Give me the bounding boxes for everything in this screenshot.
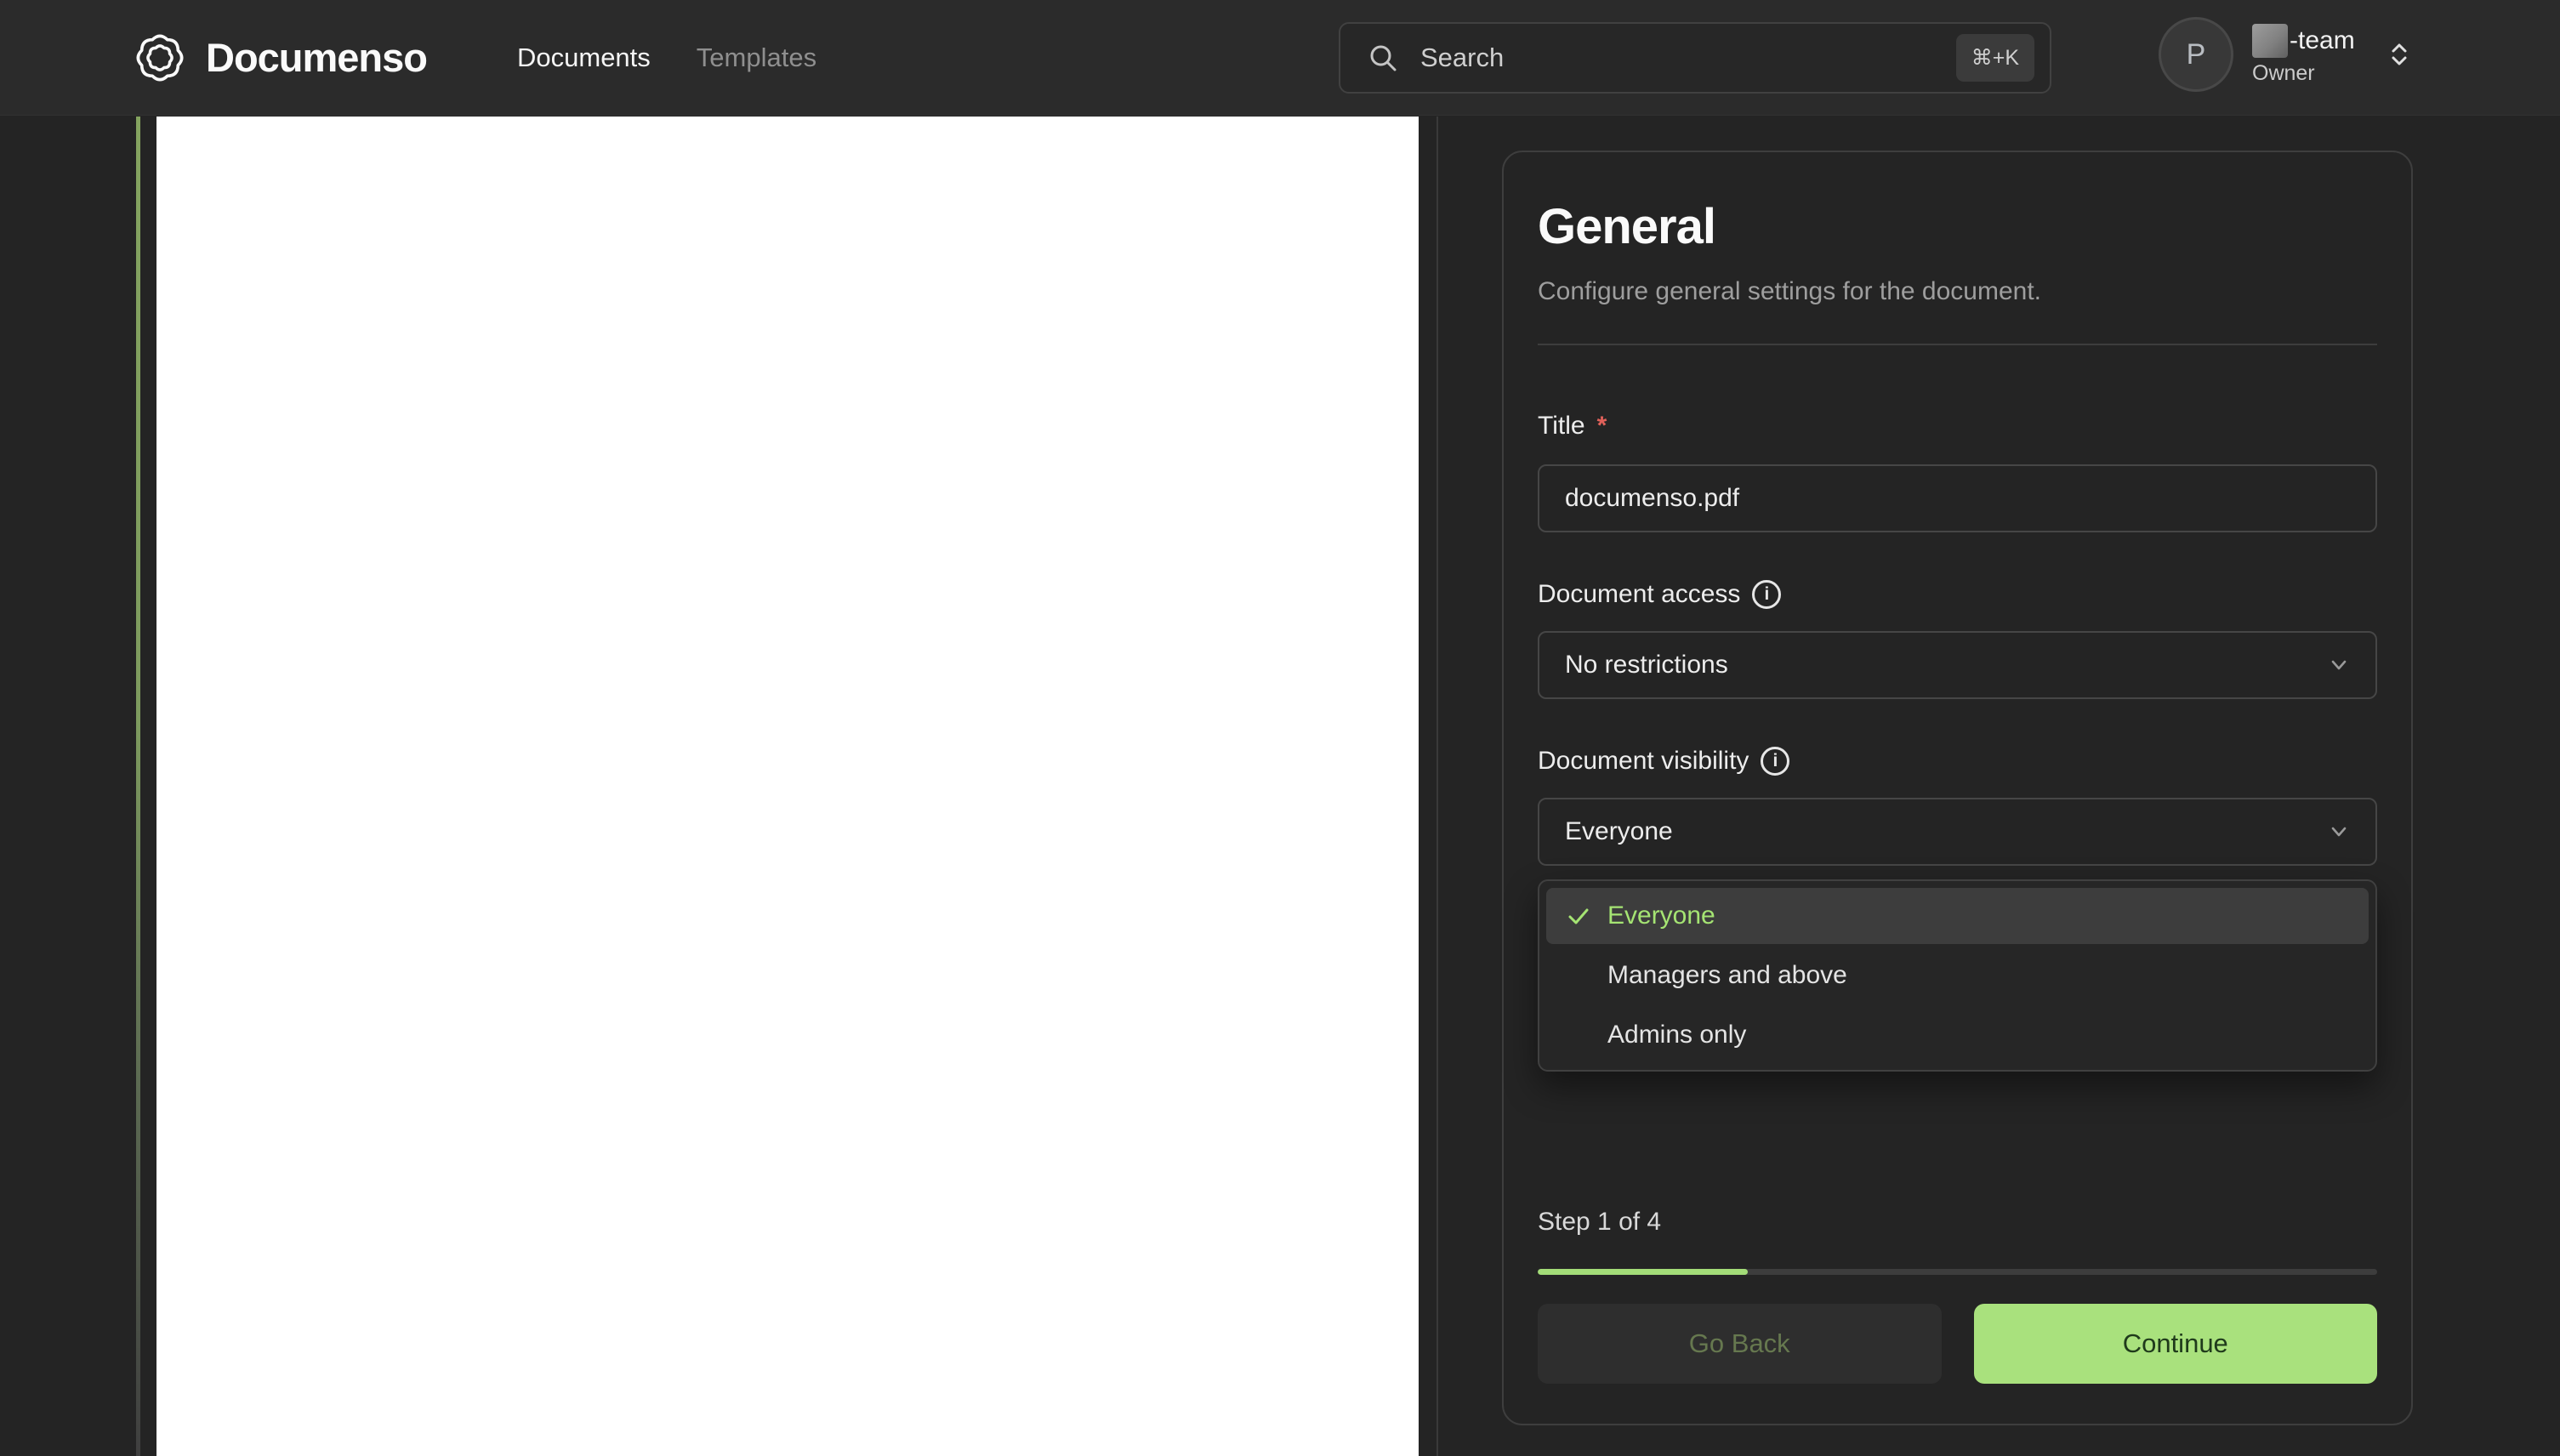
dropdown-option-label: Everyone bbox=[1607, 901, 1715, 930]
dropdown-option-admins[interactable]: Admins only bbox=[1546, 1007, 2369, 1063]
document-access-select[interactable]: No restrictions bbox=[1538, 631, 2377, 699]
nav-item-templates[interactable]: Templates bbox=[697, 43, 816, 73]
chevrons-up-down-icon bbox=[2392, 43, 2407, 65]
main-nav: Documents Templates bbox=[517, 43, 816, 73]
visibility-dropdown-menu: Everyone Managers and above Admins only bbox=[1538, 879, 2377, 1072]
document-visibility-label: Document visibility bbox=[1538, 747, 1749, 775]
search-icon bbox=[1370, 45, 1397, 71]
checkmark-icon bbox=[1568, 908, 1589, 924]
navbar: Documenso Documents Templates ⌘+K P -tea… bbox=[0, 0, 2560, 116]
chevron-down-icon bbox=[2331, 660, 2347, 670]
redacted-team-name-block bbox=[2252, 23, 2288, 58]
document-visibility-label-row: Document visibility i bbox=[1538, 747, 2377, 776]
continue-button[interactable]: Continue bbox=[1973, 1304, 2377, 1384]
panel-divider bbox=[1538, 344, 2377, 345]
dropdown-option-label: Admins only bbox=[1607, 1021, 1747, 1049]
panel-title: General bbox=[1538, 199, 1716, 254]
title-input[interactable] bbox=[1538, 464, 2377, 532]
search-shortcut-badge: ⌘+K bbox=[1955, 34, 2034, 82]
global-search[interactable]: ⌘+K bbox=[1339, 22, 2051, 94]
step-progress-track bbox=[1538, 1269, 2377, 1275]
team-switcher[interactable]: P -team Owner bbox=[2159, 17, 2415, 92]
document-access-label-row: Document access i bbox=[1538, 580, 2377, 609]
step-progress-fill bbox=[1538, 1269, 1748, 1275]
content-divider bbox=[1436, 117, 1438, 1456]
title-label-row: Title * bbox=[1538, 412, 2377, 441]
documenso-logo-icon bbox=[136, 34, 184, 81]
search-input[interactable] bbox=[1420, 43, 1956, 73]
brand[interactable]: Documenso bbox=[133, 31, 428, 85]
nav-item-documents[interactable]: Documents bbox=[517, 43, 651, 73]
user-role: Owner bbox=[2252, 60, 2315, 85]
document-visibility-value: Everyone bbox=[1565, 817, 1673, 845]
team-name-suffix: -team bbox=[2290, 26, 2355, 54]
dropdown-option-label: Managers and above bbox=[1607, 961, 1847, 989]
document-access-label: Document access bbox=[1538, 580, 1741, 608]
team-name-row: -team bbox=[2252, 23, 2355, 58]
go-back-button[interactable]: Go Back bbox=[1538, 1304, 1942, 1384]
dropdown-option-managers[interactable]: Managers and above bbox=[1546, 947, 2369, 1004]
avatar[interactable]: P bbox=[2159, 17, 2233, 92]
wizard-buttons: Go Back Continue bbox=[1538, 1304, 2377, 1384]
user-meta: -team Owner bbox=[2252, 23, 2355, 86]
info-icon[interactable]: i bbox=[1761, 747, 1790, 776]
document-visibility-select[interactable]: Everyone bbox=[1538, 798, 2377, 866]
document-preview-page bbox=[156, 117, 1419, 1456]
required-asterisk: * bbox=[1596, 412, 1607, 440]
document-access-value: No restrictions bbox=[1565, 651, 1728, 679]
brand-name: Documenso bbox=[206, 35, 428, 80]
general-settings-card: General Configure general settings for t… bbox=[1502, 151, 2413, 1425]
dropdown-option-everyone[interactable]: Everyone bbox=[1546, 888, 2369, 944]
step-indicator: Step 1 of 4 bbox=[1538, 1208, 1662, 1236]
title-label: Title bbox=[1538, 412, 1585, 440]
document-accent-line bbox=[136, 117, 140, 1456]
panel-subtitle: Configure general settings for the docum… bbox=[1538, 277, 2042, 305]
app-root: Documenso Documents Templates ⌘+K P -tea… bbox=[0, 0, 2560, 1456]
info-icon[interactable]: i bbox=[1752, 580, 1782, 609]
chevron-down-icon bbox=[2331, 827, 2347, 837]
